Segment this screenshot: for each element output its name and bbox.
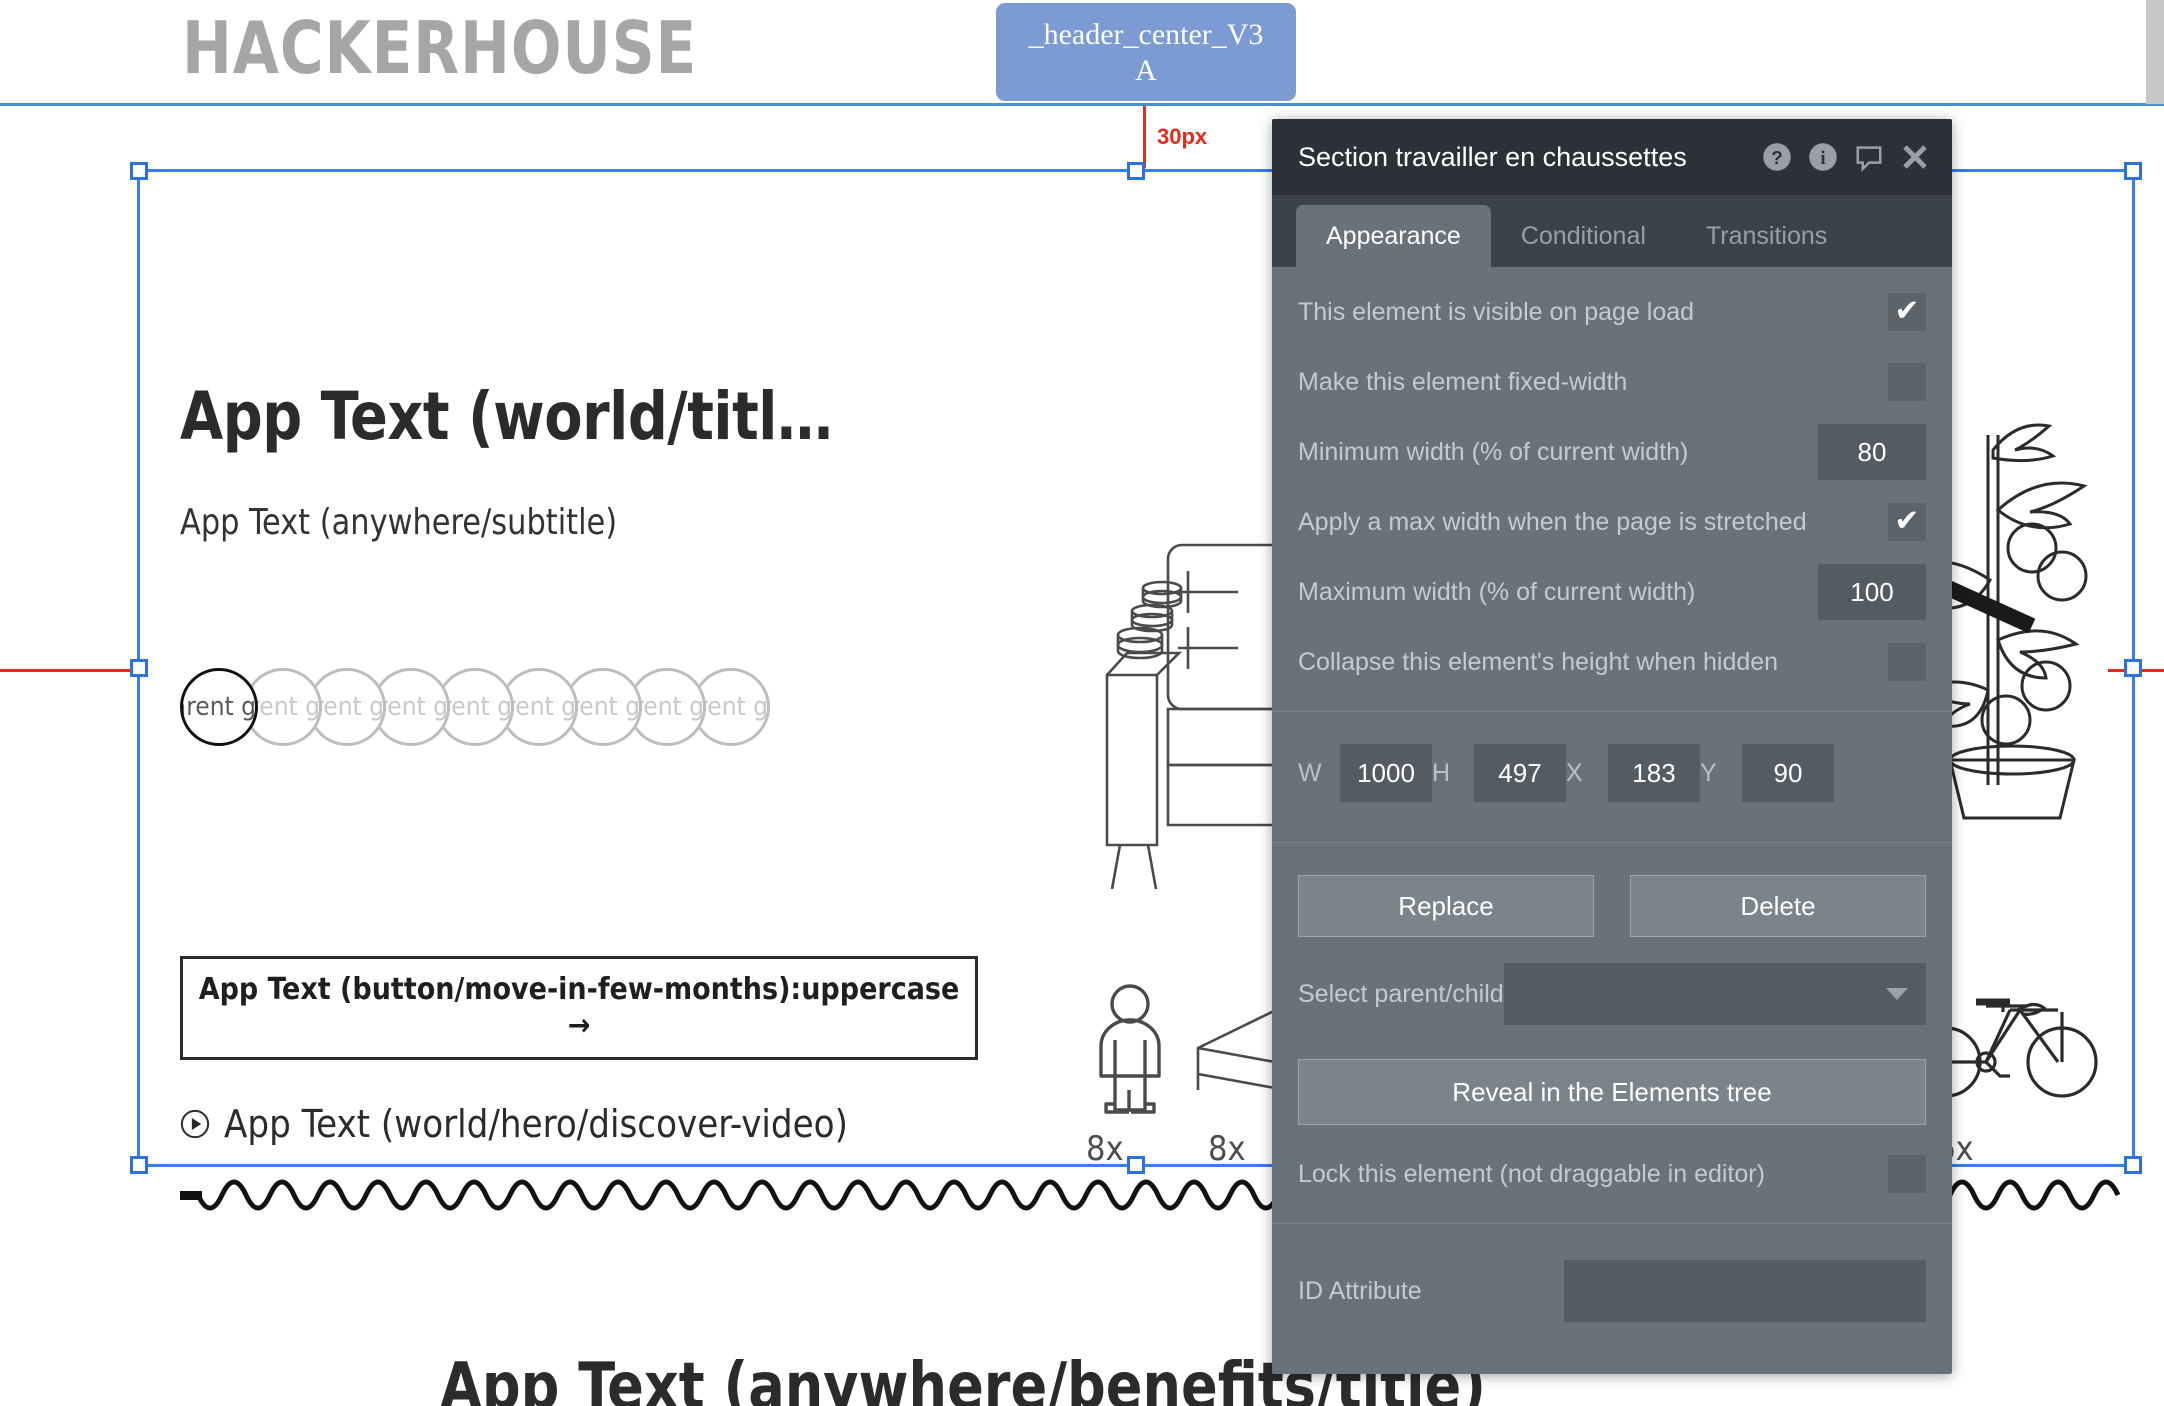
site-header: HACKERHOUSE _header_center_V3 A xyxy=(0,0,2164,104)
panel-tabs[interactable]: Appearance Conditional Transitions xyxy=(1272,195,1952,267)
play-circle-icon xyxy=(180,1109,210,1139)
geometry-section: W 1000 H 497 X 183 Y 90 xyxy=(1272,712,1952,843)
geometry-cell-h: H 497 xyxy=(1432,744,1566,802)
apply-max-width-checkbox[interactable] xyxy=(1888,503,1926,541)
resize-handle-middle-left[interactable] xyxy=(130,659,148,677)
panel-titlebar[interactable]: Section travailler en chaussettes ? i xyxy=(1272,119,1952,195)
id-attribute-input[interactable] xyxy=(1564,1260,1926,1322)
lock-element-checkbox[interactable] xyxy=(1888,1155,1926,1193)
panel-title: Section travailler en chaussettes xyxy=(1298,141,1687,172)
cta-button[interactable]: App Text (button/move-in-few-months):upp… xyxy=(180,956,978,1060)
geometry-cell-y: Y 90 xyxy=(1700,744,1834,802)
panel-body: This element is visible on page load Mak… xyxy=(1272,267,1952,1362)
reveal-in-elements-tree-button[interactable]: Reveal in the Elements tree xyxy=(1298,1059,1926,1125)
brand-logo: HACKERHOUSE xyxy=(182,6,698,90)
geometry-key-x: X xyxy=(1566,758,1583,787)
lock-element-label: Lock this element (not draggable in edit… xyxy=(1298,1159,1765,1188)
geometry-key-w: W xyxy=(1298,758,1322,787)
discover-video-label: App Text (world/hero/discover-video) xyxy=(224,1102,848,1146)
resize-handle-bottom-right[interactable] xyxy=(2124,1156,2142,1174)
select-parent-child-label: Select parent/child xyxy=(1298,979,1504,1008)
resize-handle-bottom-left[interactable] xyxy=(130,1156,148,1174)
element-name-tag-line2: A xyxy=(1135,54,1157,87)
hero-title[interactable]: App Text (world/titl… xyxy=(180,378,833,455)
geometry-key-y: Y xyxy=(1700,758,1717,787)
maximum-width-label: Maximum width (% of current width) xyxy=(1298,577,1696,606)
geometry-input-w[interactable]: 1000 xyxy=(1340,744,1432,802)
avatar-circle[interactable]: Parent group 's index xyxy=(180,668,258,746)
person-svg xyxy=(1099,984,1161,1114)
id-attribute-section: ID Attribute xyxy=(1272,1223,1952,1362)
page-edge-strip xyxy=(2146,0,2164,104)
geometry-input-h[interactable]: 497 xyxy=(1474,744,1566,802)
visible-on-page-load-checkbox[interactable] xyxy=(1888,293,1926,331)
visible-on-page-load-label: This element is visible on page load xyxy=(1298,297,1695,326)
minimum-width-input[interactable]: 80 xyxy=(1818,424,1926,480)
tab-conditional[interactable]: Conditional xyxy=(1491,205,1676,267)
geometry-key-h: H xyxy=(1432,758,1451,787)
person-illustration xyxy=(1075,980,1185,1125)
info-icon[interactable]: i xyxy=(1808,142,1838,172)
element-property-panel[interactable]: Section travailler en chaussettes ? i Ap xyxy=(1272,119,1952,1374)
resize-handle-top-left[interactable] xyxy=(130,162,148,180)
id-attribute-label: ID Attribute xyxy=(1298,1276,1422,1305)
resize-handle-top-right[interactable] xyxy=(2124,162,2142,180)
minimum-width-label: Minimum width (% of current width) xyxy=(1298,437,1689,466)
spacing-guide-label: 30px xyxy=(1157,124,1208,149)
geometry-fields[interactable]: W 1000 H 497 X 183 Y 90 xyxy=(1272,722,1952,828)
fixed-width-checkbox[interactable] xyxy=(1888,363,1926,401)
geometry-input-x[interactable]: 183 xyxy=(1608,744,1700,802)
fixed-width-label: Make this element fixed-width xyxy=(1298,367,1628,396)
help-icon[interactable]: ? xyxy=(1762,142,1792,172)
row-visible-on-page-load[interactable]: This element is visible on page load xyxy=(1272,277,1952,347)
header-divider xyxy=(0,103,2164,106)
alignment-guide-left xyxy=(0,669,140,672)
row-apply-max-width[interactable]: Apply a max width when the page is stret… xyxy=(1272,487,1952,557)
row-lock-element[interactable]: Lock this element (not draggable in edit… xyxy=(1272,1139,1952,1209)
avatar-group[interactable]: Parent group 's indexParent group 's ind… xyxy=(180,668,770,746)
row-minimum-width[interactable]: Minimum width (% of current width) 80 xyxy=(1272,417,1952,487)
comment-icon[interactable] xyxy=(1854,142,1884,172)
collapse-height-label: Collapse this element's height when hidd… xyxy=(1298,647,1779,676)
actions-section: Replace Delete Select parent/child Revea… xyxy=(1272,843,1952,1223)
editor-canvas: HACKERHOUSE _header_center_V3 A 30px App… xyxy=(0,0,2164,1406)
discover-video-link[interactable]: App Text (world/hero/discover-video) xyxy=(180,1102,848,1146)
svg-text:?: ? xyxy=(1771,147,1782,168)
row-collapse-height[interactable]: Collapse this element's height when hidd… xyxy=(1272,627,1952,697)
collapse-height-checkbox[interactable] xyxy=(1888,643,1926,681)
row-id-attribute[interactable]: ID Attribute xyxy=(1272,1234,1952,1348)
spacing-guide-line xyxy=(1143,106,1146,168)
chevron-down-icon xyxy=(1886,988,1908,1000)
apply-max-width-label: Apply a max width when the page is stret… xyxy=(1298,507,1807,536)
element-name-tag: _header_center_V3 A xyxy=(996,3,1296,101)
appearance-options-section: This element is visible on page load Mak… xyxy=(1272,267,1952,712)
alignment-guide-right xyxy=(2108,669,2164,672)
panel-titlebar-actions: ? i xyxy=(1762,142,1930,172)
svg-text:i: i xyxy=(1820,148,1825,169)
delete-button[interactable]: Delete xyxy=(1630,875,1926,937)
row-fixed-width[interactable]: Make this element fixed-width xyxy=(1272,347,1952,417)
select-parent-child-dropdown[interactable] xyxy=(1504,963,1926,1025)
geometry-cell-w: W 1000 xyxy=(1298,744,1432,802)
hero-subtitle[interactable]: App Text (anywhere/subtitle) xyxy=(180,502,617,543)
select-parent-child-row[interactable]: Select parent/child xyxy=(1272,949,1952,1039)
geometry-cell-x: X 183 xyxy=(1566,744,1700,802)
avatar-label: Parent group 's index xyxy=(183,692,256,722)
resize-handle-middle-right[interactable] xyxy=(2124,659,2142,677)
bed-count-label: 8x xyxy=(1208,1129,1246,1169)
tab-appearance[interactable]: Appearance xyxy=(1296,205,1491,267)
person-count-label: 8x xyxy=(1086,1129,1124,1169)
tab-transitions[interactable]: Transitions xyxy=(1676,205,1857,267)
element-name-tag-line1: _header_center_V3 xyxy=(1028,18,1264,51)
close-icon[interactable] xyxy=(1900,142,1930,172)
geometry-input-y[interactable]: 90 xyxy=(1742,744,1834,802)
maximum-width-input[interactable]: 100 xyxy=(1818,564,1926,620)
row-maximum-width[interactable]: Maximum width (% of current width) 100 xyxy=(1272,557,1952,627)
replace-button[interactable]: Replace xyxy=(1298,875,1594,937)
resize-handle-bottom-center[interactable] xyxy=(1127,1156,1145,1174)
action-buttons: Replace Delete xyxy=(1272,853,1952,949)
